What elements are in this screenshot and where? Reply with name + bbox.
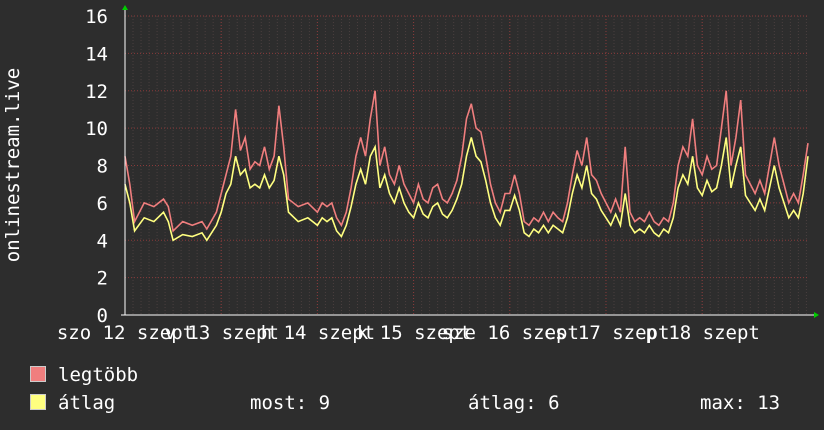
y-tick-label: 12 [85, 81, 108, 103]
x-tick-label: p 18 szept [645, 322, 759, 344]
y-axis-arrow-icon [122, 5, 128, 10]
y-tick-label: 2 [97, 268, 108, 290]
legend-label-max: legtöbb [58, 364, 139, 386]
legend-item-avg: átlag [30, 391, 115, 415]
legend-swatch-max [30, 366, 46, 382]
stat-average: átlag: 6 [468, 392, 560, 414]
legend-label-avg: átlag [58, 392, 116, 414]
stat-current: most: 9 [250, 392, 331, 414]
y-tick-label: 16 [85, 6, 108, 28]
y-tick-label: 4 [97, 230, 108, 252]
x-axis-arrow-icon [814, 312, 819, 318]
series-line-1 [124, 137, 809, 242]
legend-swatch-avg [30, 394, 46, 410]
chart-grid [124, 15, 808, 316]
stat-max: max: 13 [700, 392, 781, 414]
y-tick-label: 10 [85, 118, 108, 140]
y-tick-label: 6 [97, 193, 108, 215]
legend-item-max: legtöbb [30, 363, 138, 387]
y-tick-label: 14 [85, 43, 108, 65]
y-axis-label: onlinestream.live [2, 68, 24, 262]
y-tick-label: 8 [97, 156, 108, 178]
